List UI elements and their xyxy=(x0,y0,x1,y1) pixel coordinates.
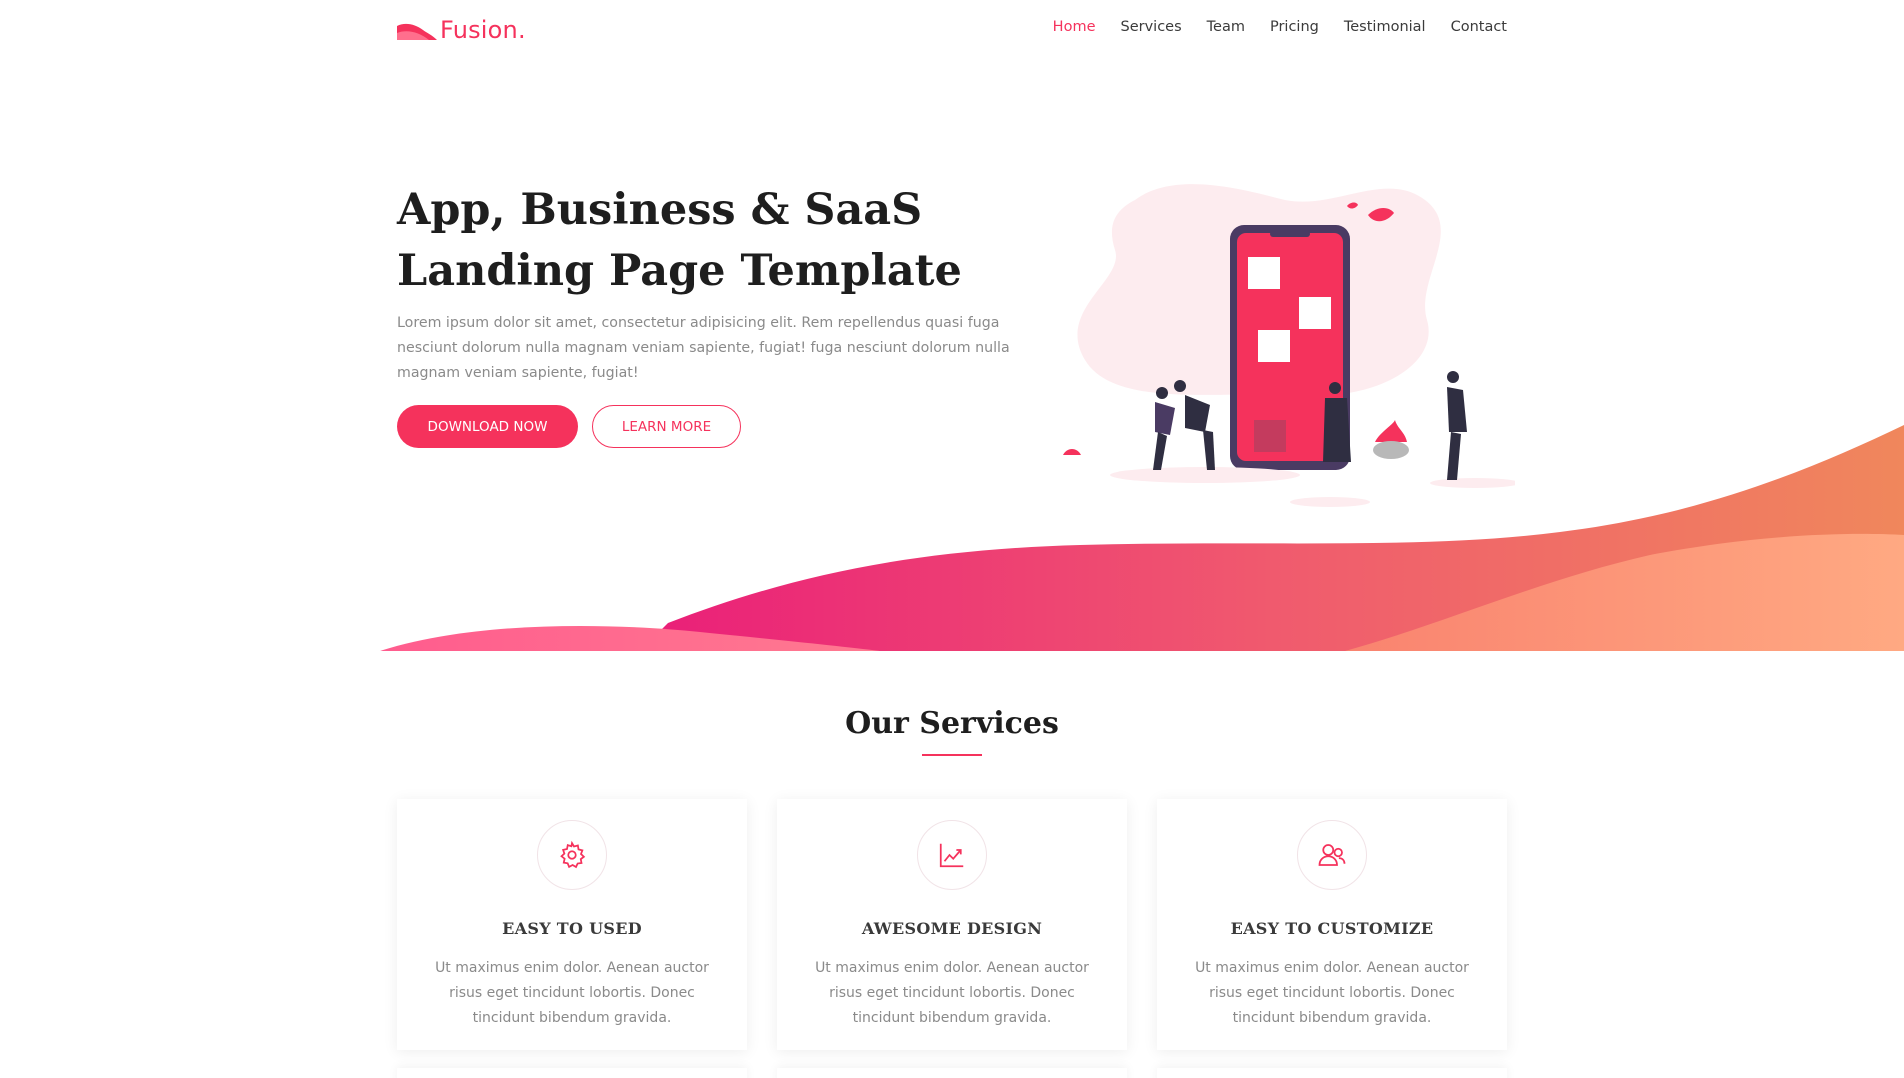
logo[interactable]: Fusion. xyxy=(397,16,526,44)
wave-logo-icon xyxy=(397,23,437,40)
service-card-text: Ut maximus enim dolor. Aenean auctor ris… xyxy=(815,960,1089,1026)
hero-title-line-2: Landing Page Template xyxy=(397,246,962,296)
landing-page: Fusion. Home Services Team Pricing Testi… xyxy=(0,0,1904,1078)
nav-link-pricing[interactable]: Pricing xyxy=(1270,19,1319,35)
main-nav: Home Services Team Pricing Testimonial C… xyxy=(1053,19,1507,35)
gear-icon xyxy=(537,820,607,890)
service-card-1: EASY TO USED Ut maximus enim dolor. Aene… xyxy=(397,799,747,1050)
nav-link-team[interactable]: Team xyxy=(1207,19,1245,35)
brand-name: Fusion. xyxy=(440,16,526,44)
users-icon xyxy=(1297,820,1367,890)
hero-title-line-1: App, Business & SaaS xyxy=(397,185,923,235)
learn-more-button[interactable]: LEARN MORE xyxy=(592,405,741,448)
nav-link-contact[interactable]: Contact xyxy=(1451,19,1507,35)
hero-description: Lorem ipsum dolor sit amet, consectetur … xyxy=(397,315,1010,381)
service-card-text: Ut maximus enim dolor. Aenean auctor ris… xyxy=(1195,960,1469,1026)
download-now-button[interactable]: DOWNLOAD NOW xyxy=(397,405,578,448)
hero-wave-background xyxy=(380,425,1904,651)
nav-link-home[interactable]: Home xyxy=(1053,19,1096,35)
next-card-peek xyxy=(777,1068,1127,1078)
next-card-peek xyxy=(1157,1068,1507,1078)
hero-illustration xyxy=(1063,184,1515,507)
service-card-title: EASY TO CUSTOMIZE xyxy=(1230,919,1434,938)
service-card-title: AWESOME DESIGN xyxy=(861,919,1043,938)
nav-link-testimonial[interactable]: Testimonial xyxy=(1344,19,1426,35)
service-card-text: Ut maximus enim dolor. Aenean auctor ris… xyxy=(435,960,709,1026)
services-title: Our Services xyxy=(845,706,1059,741)
nav-link-services[interactable]: Services xyxy=(1121,19,1182,35)
service-card-title: EASY TO USED xyxy=(502,919,642,938)
hero-title: App, Business & SaaS Landing Page Templa… xyxy=(397,180,997,302)
service-card-2: AWESOME DESIGN Ut maximus enim dolor. Ae… xyxy=(777,799,1127,1050)
service-card-3: EASY TO CUSTOMIZE Ut maximus enim dolor.… xyxy=(1157,799,1507,1050)
navbar: Fusion. Home Services Team Pricing Testi… xyxy=(0,0,1904,60)
chart-icon xyxy=(917,820,987,890)
services-title-underline xyxy=(922,754,982,756)
next-card-peek xyxy=(397,1068,747,1078)
